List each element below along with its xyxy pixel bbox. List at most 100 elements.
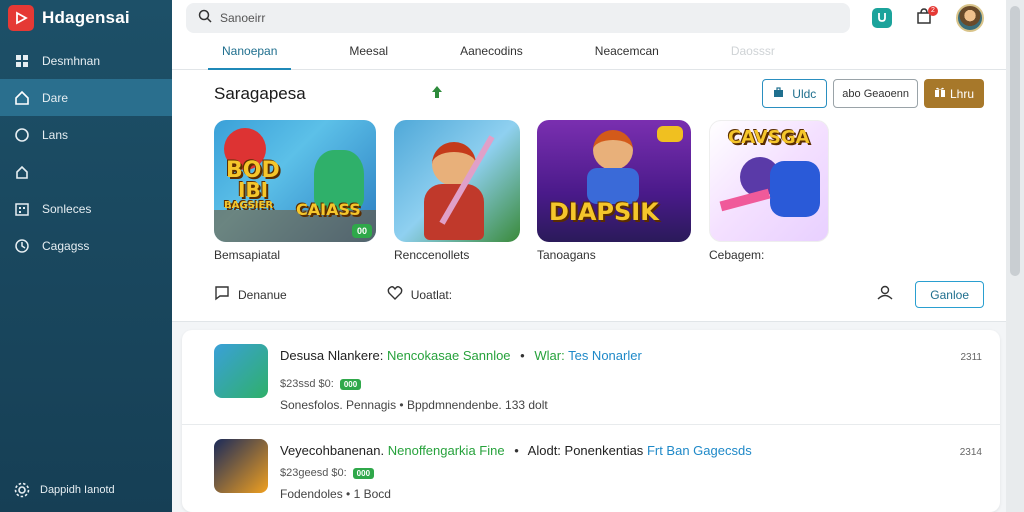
title-part: Nenoffengarkia Fine (387, 443, 505, 458)
search-input[interactable] (220, 11, 820, 25)
secondary-action-button[interactable]: abo Geaoenn (833, 79, 918, 108)
price-text: $23ssd $0: (280, 378, 334, 390)
top-header: 2 Nanoepan Meesal Aanecodins Neacemcan D… (172, 0, 1024, 70)
title-part: Alodt: Ponenkentias (527, 443, 644, 458)
top-actions: 2 (872, 4, 984, 32)
game-card[interactable]: CAVSGA Cebagem: (709, 120, 829, 262)
search-icon (198, 9, 212, 28)
sidebar-item-home[interactable]: Dare (0, 79, 172, 116)
title-part: Desusa Nlankere: (280, 348, 384, 363)
sidebar-footer-settings[interactable]: Dappidh Ianotd (0, 476, 172, 504)
social-row: Denanue Uoatlat: (214, 285, 452, 304)
game-card[interactable]: DIAPSIK Tanoagans (537, 120, 691, 262)
heart-icon (387, 285, 403, 304)
featured-actions: Uldc abo Geaoenn Lhru (762, 79, 984, 108)
scrollbar[interactable] (1006, 0, 1024, 512)
bag-icon (773, 86, 784, 101)
title-part: Tes Nonarler (568, 348, 642, 363)
sidebar-item-dashboard[interactable]: Desmhnan (0, 42, 172, 79)
art-text: DIAPSIK (549, 198, 659, 226)
sidebar-item-lans[interactable]: Lans (0, 116, 172, 153)
search-bar (186, 3, 850, 33)
scrollbar-thumb[interactable] (1010, 6, 1020, 276)
title-separator: • (520, 348, 525, 363)
tab-aanecodins[interactable]: Aanecodins (446, 36, 537, 70)
sidebar-item-label: Dare (42, 90, 69, 105)
likes-button[interactable]: Uoatlat: (387, 285, 452, 304)
comment-icon (214, 285, 230, 304)
game-card[interactable]: BOD IBI BAGSIER CAIASS 00 Bemsapiatal (214, 120, 376, 262)
gear-icon (14, 482, 30, 498)
comments-label: Denanue (238, 287, 287, 302)
status-badge: 000 (352, 467, 375, 479)
art-text: IBI (238, 178, 269, 202)
rating-badge: 00 (351, 224, 372, 238)
notification-badge: 2 (928, 6, 938, 16)
primary-action-label: Uldc (792, 86, 817, 101)
sidebar-item-label: Desmhnan (42, 53, 101, 68)
gold-action-button[interactable]: Lhru (923, 79, 984, 108)
gold-action-label: Lhru (949, 86, 974, 101)
character-shape (424, 184, 484, 240)
art-text: CAIASS (296, 200, 361, 219)
tab-neacemcan[interactable]: Neacemcan (581, 36, 673, 70)
brand[interactable]: Hdagensai (0, 0, 172, 36)
sidebar-item-history[interactable]: Cagagss (0, 227, 172, 264)
circle-icon (14, 127, 30, 143)
home-icon (14, 90, 30, 106)
follow-button[interactable]: Ganloe (915, 281, 984, 308)
tab-nanoepan[interactable]: Nanoepan (208, 36, 292, 70)
list-item-meta: Fodendoles • 1 Bocd (280, 487, 391, 501)
list-item-meta: Sonesfolos. Pennagis • Bppdmnendenbe. 13… (280, 398, 548, 412)
featured-section: Saragapesa Uldc abo Geaoenn Lhru BOD IBI… (172, 70, 1006, 322)
gift-icon (934, 86, 946, 101)
game-thumbnail (214, 344, 268, 398)
art-text: CAVSGA (728, 127, 810, 148)
sidebar-item-label: Cagagss (42, 238, 90, 253)
tab-daosssr[interactable]: Daosssr (717, 36, 789, 70)
avatar[interactable] (956, 4, 984, 32)
grid-icon (14, 53, 30, 69)
main-tabs: Nanoepan Meesal Aanecodins Neacemcan Dao… (208, 36, 833, 70)
notifications-button[interactable]: 2 (914, 6, 938, 28)
sidebar-item-services[interactable]: Sonleces (0, 190, 172, 227)
user-icon[interactable] (877, 284, 893, 305)
list-item-price: $23geesd $0: 000 (280, 467, 375, 479)
u-icon (877, 9, 887, 27)
list-item[interactable]: Veyecohbanenan. Nenoffengarkia Fine • Al… (182, 424, 1000, 512)
title-separator: • (514, 443, 519, 458)
price-text: $23geesd $0: (280, 467, 347, 479)
game-card-title: Bemsapiatal (214, 248, 281, 262)
clock-icon (14, 238, 30, 254)
house-outline-icon (14, 164, 30, 180)
sidebar-nav: Desmhnan Dare Lans Sonleces Cagagss (0, 42, 172, 264)
app-switch-button[interactable] (872, 8, 892, 28)
comments-button[interactable]: Denanue (214, 285, 287, 304)
crown-icon (430, 85, 444, 104)
game-card-image: BOD IBI BAGSIER CAIASS 00 (214, 120, 376, 242)
sidebar-item-label: Sonleces (42, 201, 92, 216)
character-shape (770, 161, 820, 217)
list-item[interactable]: Desusa Nlankere: Nencokasae Sannloe • Wl… (182, 330, 1000, 424)
game-card-image: CAVSGA (709, 120, 829, 242)
likes-label: Uoatlat: (410, 287, 453, 302)
list-item-title: Desusa Nlankere: Nencokasae Sannloe • Wl… (280, 348, 642, 363)
title-part: Frt Ban Gagecsds (646, 443, 752, 458)
game-card-title: Renccenollets (394, 248, 470, 262)
title-part: Veyecohbanenan. (280, 443, 385, 458)
social-right: Ganloe (877, 281, 984, 308)
energy-shape (719, 188, 771, 212)
status-badge: 000 (339, 378, 362, 390)
tab-meesal[interactable]: Meesal (335, 36, 402, 70)
primary-action-button[interactable]: Uldc (762, 79, 828, 108)
game-card-title: Cebagem: (709, 248, 765, 262)
list-item-time: 2314 (959, 447, 982, 458)
list-item-price: $23ssd $0: 000 (280, 378, 362, 390)
sidebar-item-house[interactable] (0, 153, 172, 190)
play-logo-icon (8, 5, 34, 31)
game-card-image: DIAPSIK (537, 120, 691, 242)
title-part: Nencokasae Sannloe (386, 348, 511, 363)
feed-list: Desusa Nlankere: Nencokasae Sannloe • Wl… (182, 330, 1000, 512)
section-title: Saragapesa (214, 84, 306, 103)
game-card[interactable]: Renccenollets (394, 120, 520, 262)
